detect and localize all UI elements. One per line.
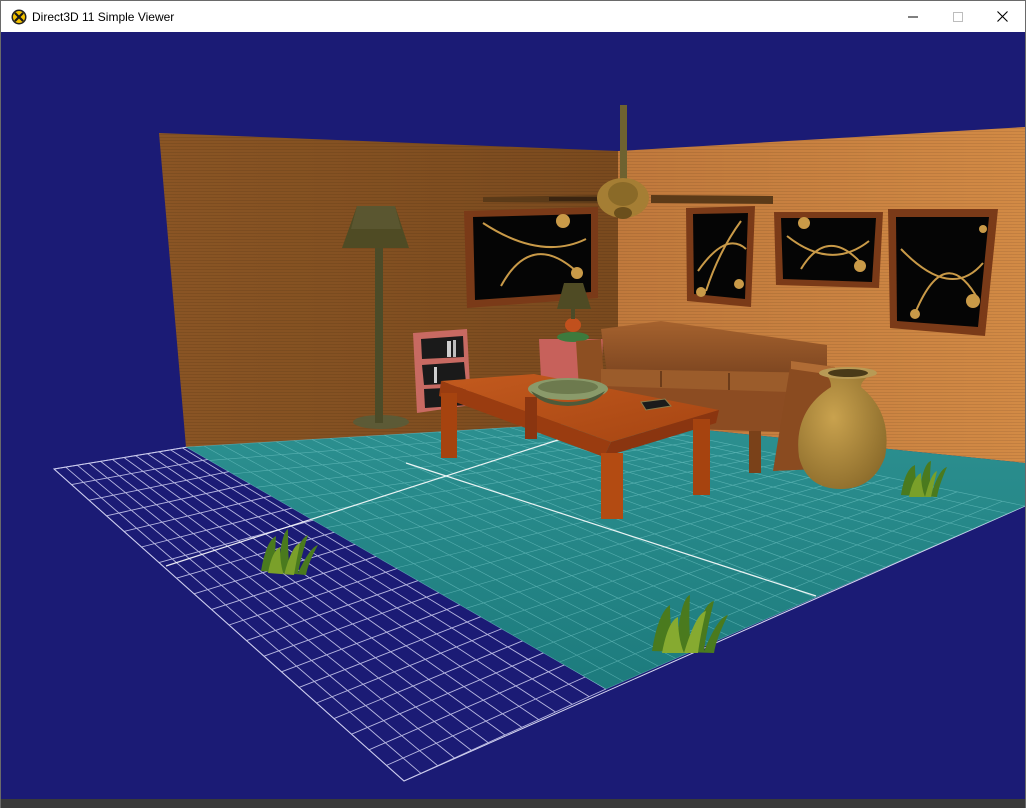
maximize-icon: [952, 11, 963, 22]
close-button[interactable]: [980, 1, 1025, 32]
application-window: Direct3D 11 Simple Viewer: [0, 0, 1026, 808]
title-bar[interactable]: Direct3D 11 Simple Viewer: [1, 1, 1025, 32]
minimize-icon: [907, 16, 918, 17]
window-title: Direct3D 11 Simple Viewer: [32, 10, 175, 24]
scene-canvas: [52, 105, 1025, 782]
window-bottom-edge: [1, 799, 1025, 808]
maximize-button[interactable]: [935, 1, 980, 32]
directx-x-icon: [11, 9, 27, 25]
render-viewport[interactable]: [1, 32, 1025, 799]
close-icon: [997, 11, 1008, 22]
minimize-button[interactable]: [890, 1, 935, 32]
